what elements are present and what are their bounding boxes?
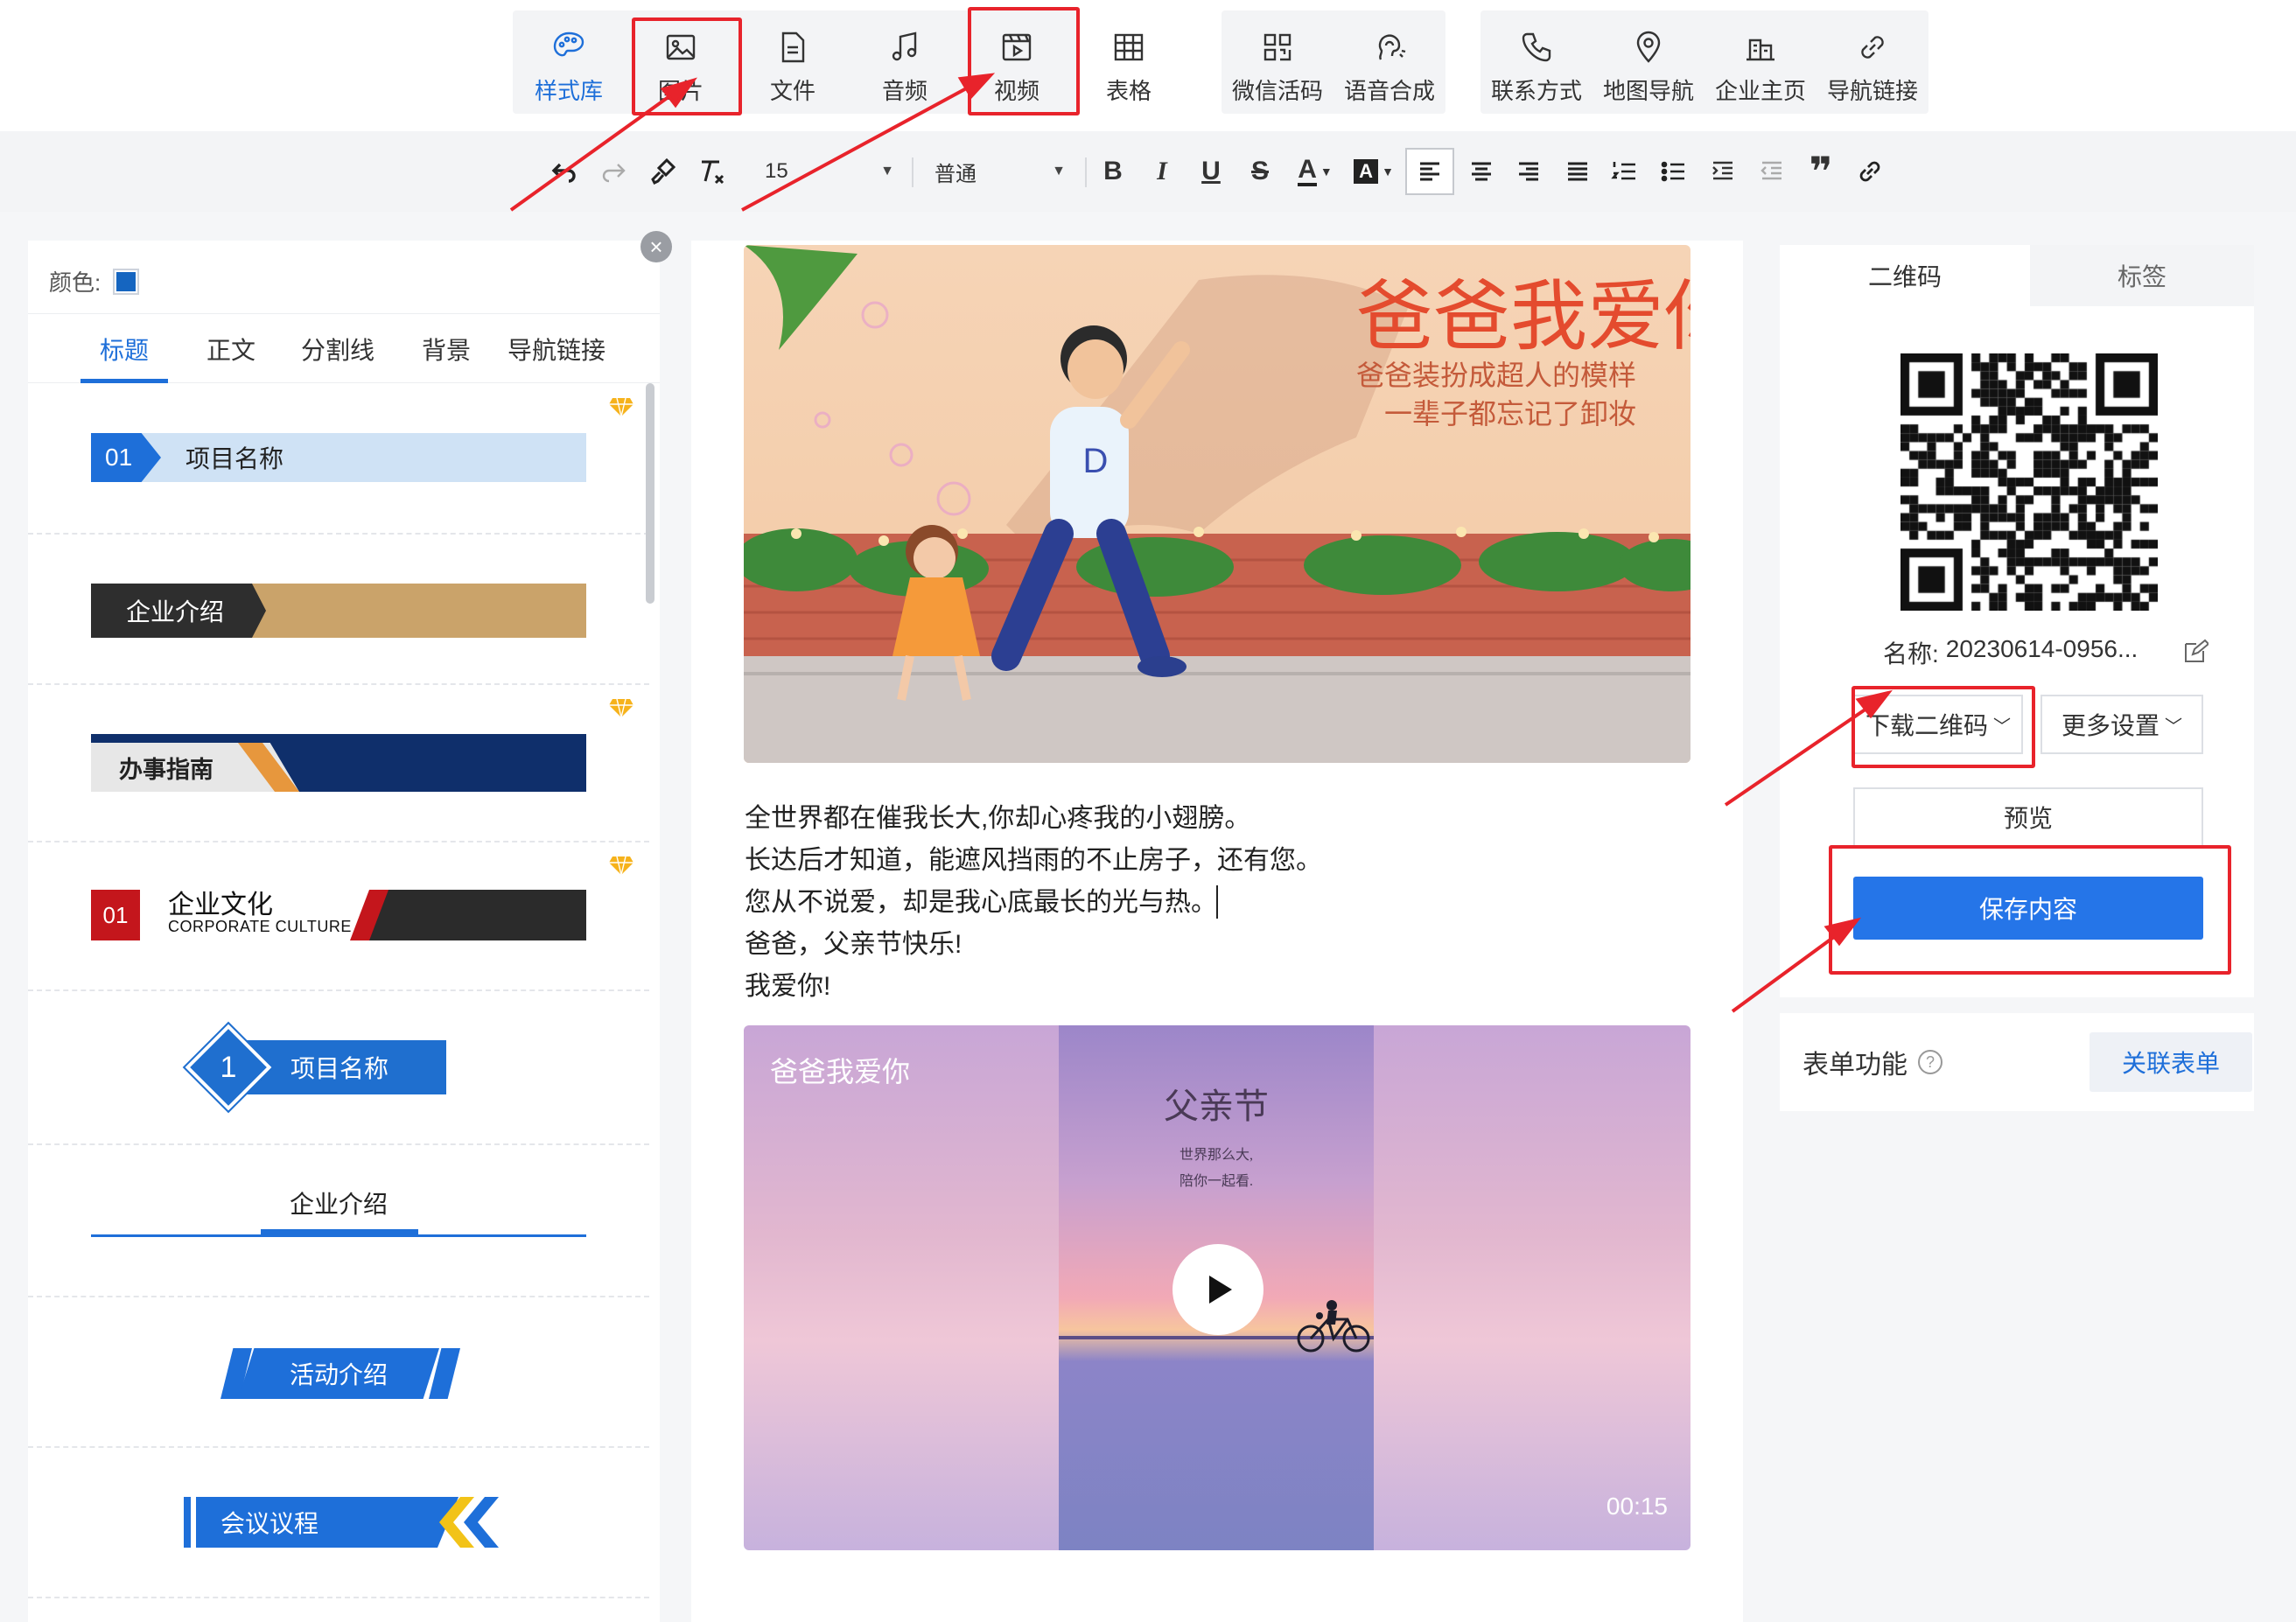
arrow-to-image: [509, 93, 674, 212]
arrow-to-video: [741, 84, 972, 212]
arrow-head: [660, 77, 697, 108]
annotation-arrows: [509, 73, 1894, 1013]
arrow-to-save: [1731, 933, 1839, 1013]
arrow-to-download: [1724, 705, 1871, 807]
arrow-head: [957, 73, 996, 100]
